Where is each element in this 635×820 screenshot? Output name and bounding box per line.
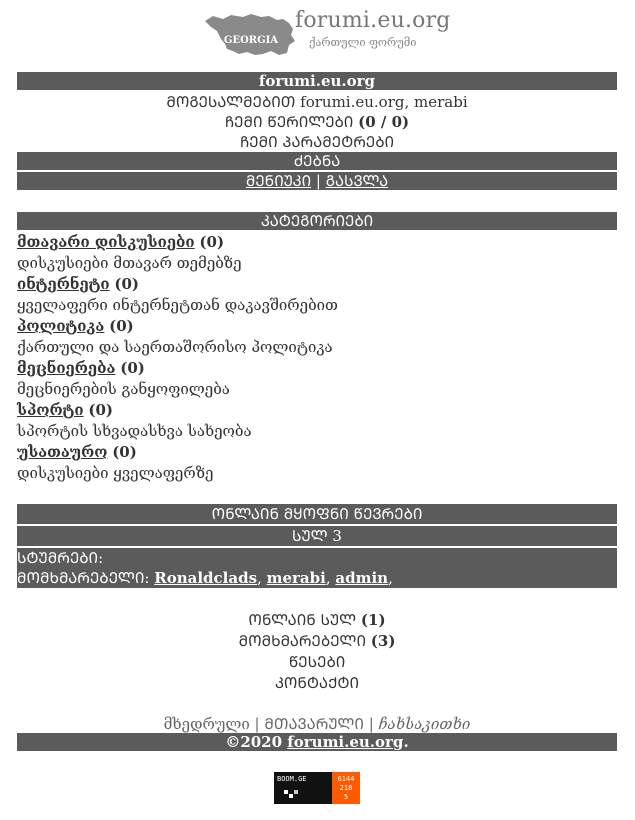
category-title[interactable]: ინტერნეტი bbox=[17, 275, 110, 293]
category-title[interactable]: მთავარი დისკუსიები bbox=[17, 233, 195, 251]
copyright-text: ©2020 bbox=[225, 733, 283, 751]
logout-link[interactable]: ᲒᲐᲡᲕᲚᲐ bbox=[326, 172, 388, 190]
messages-count: (0 / 0) bbox=[358, 113, 410, 131]
counter-value-2: 218 bbox=[340, 784, 353, 792]
auth-bar: ᲛᲔᲜᲘᲣᲙᲘ | ᲒᲐᲡᲕᲚᲐ bbox=[17, 172, 617, 192]
contact-link[interactable]: ᲙᲝᲜᲢᲐᲥᲢᲘ bbox=[17, 673, 617, 694]
search-bar[interactable]: ᲫᲔᲑᲜᲐ bbox=[17, 152, 617, 172]
member-link[interactable]: Ronaldclads bbox=[154, 569, 257, 587]
category-desc: ქართული და საერთაშორისო პოლიტიკა bbox=[17, 338, 333, 356]
members-label: ᲛᲝᲛᲮᲛᲐᲠᲔᲑᲔᲚᲘ: bbox=[17, 569, 150, 587]
welcome-site: forumi.eu.org bbox=[300, 93, 405, 111]
footer-links: ᲝᲜᲚᲐᲘᲜ ᲡᲣᲚ (1) ᲛᲝᲛᲮᲛᲐᲠᲔᲑᲔᲚᲘ (3) ᲬᲔᲡᲔᲑᲘ Კ… bbox=[17, 610, 617, 694]
settings-link[interactable]: ᲩᲔᲛᲘ ᲞᲐᲠᲐᲛᲔᲢᲠᲔᲑᲘ bbox=[17, 132, 617, 152]
category-title[interactable]: მეცნიერება bbox=[17, 359, 115, 377]
counter-value-1: 6144 bbox=[338, 775, 355, 783]
auth-separator: | bbox=[315, 172, 321, 190]
category-title-row[interactable]: მეცნიერება (0) bbox=[17, 358, 617, 379]
site-title[interactable]: forumi.eu.org bbox=[295, 8, 451, 33]
guests-line: ᲡᲢᲣᲛᲠᲔᲑᲘ: bbox=[17, 549, 104, 567]
register-link[interactable]: ᲛᲔᲜᲘᲣᲙᲘ bbox=[246, 172, 311, 190]
online-section: ᲝᲜᲚᲐᲘᲜ ᲛᲧᲝᲤᲜᲘ ᲬᲔᲕᲠᲔᲑᲘ ᲡᲣᲚ 3 ᲡᲢᲣᲛᲠᲔᲑᲘ: ᲛᲝ… bbox=[17, 504, 617, 588]
category-title[interactable]: პოლიტიკა bbox=[17, 317, 104, 335]
category-title[interactable]: სპორტი bbox=[17, 401, 84, 419]
category-desc: მეცნიერების განყოფილება bbox=[17, 380, 230, 398]
language-switcher: მხედრული | ᲛᲗᲐᲕᲐᲠᲣᲚᲘ | ჩახსაკითხი bbox=[163, 715, 471, 733]
lang-other[interactable]: ჩახსაკითხი bbox=[379, 715, 471, 733]
category-count: (0) bbox=[114, 275, 140, 293]
category-title-row[interactable]: უსათაურო (0) bbox=[17, 442, 617, 463]
online-header: ᲝᲜᲚᲐᲘᲜ ᲛᲧᲝᲤᲜᲘ ᲬᲔᲕᲠᲔᲑᲘ bbox=[17, 504, 617, 526]
top-title: forumi.eu.org bbox=[258, 72, 376, 90]
welcome-prefix: ᲛᲝᲒᲔᲡᲐᲚᲛᲔᲑᲘᲗ bbox=[166, 93, 296, 111]
member-link[interactable]: admin bbox=[335, 569, 388, 587]
copyright-bar: ©2020 forumi.eu.org. bbox=[17, 733, 617, 751]
categories-header: ᲙᲐᲢᲔᲒᲝᲠᲘᲔᲑᲘ bbox=[17, 212, 617, 232]
user-panel: forumi.eu.org ᲛᲝᲒᲔᲡᲐᲚᲛᲔᲑᲘᲗ forumi.eu.org… bbox=[17, 72, 617, 192]
messages-link[interactable]: ᲩᲔᲛᲘ ᲬᲔᲠᲘᲚᲔᲑᲘ (0 / 0) bbox=[17, 112, 617, 132]
rules-link[interactable]: ᲬᲔᲡᲔᲑᲘ bbox=[17, 652, 617, 673]
site-header: GEORGIA forumi.eu.org ქართული ფორუმი bbox=[17, 0, 617, 60]
counter-value-3: 5 bbox=[344, 793, 348, 801]
category-desc: სპორტის სხვადასხვა სახეობა bbox=[17, 422, 252, 440]
members-list-link[interactable]: ᲛᲝᲛᲮᲛᲐᲠᲔᲑᲔᲚᲘ (3) bbox=[17, 631, 617, 652]
category-desc: დისკუსიები ყველაფერზე bbox=[17, 464, 214, 482]
categories-section: ᲙᲐᲢᲔᲒᲝᲠᲘᲔᲑᲘ მთავარი დისკუსიები (0) დისკუ… bbox=[17, 212, 617, 484]
copyright-link[interactable]: forumi.eu.org bbox=[287, 733, 403, 751]
counter-pixel bbox=[294, 790, 298, 794]
lang-georgian[interactable]: მხედრული bbox=[164, 715, 250, 733]
members-trailing: , bbox=[388, 569, 393, 587]
category-desc: დისკუსიები მთავარ თემებზე bbox=[17, 254, 242, 272]
category-count: (0) bbox=[199, 233, 225, 251]
category-count: (0) bbox=[109, 317, 134, 335]
map-label: GEORGIA bbox=[224, 35, 278, 46]
georgia-map-logo[interactable]: GEORGIA bbox=[203, 11, 297, 57]
category-title-row[interactable]: ინტერნეტი (0) bbox=[17, 274, 617, 295]
category-title-row[interactable]: მთავარი დისკუსიები (0) bbox=[17, 232, 617, 253]
category-list: მთავარი დისკუსიები (0) დისკუსიები მთავარ… bbox=[17, 232, 617, 484]
members-line: ᲛᲝᲛᲮᲛᲐᲠᲔᲑᲔᲚᲘ: Ronaldclads, merabi, admin… bbox=[17, 569, 393, 587]
member-link[interactable]: merabi bbox=[267, 569, 326, 587]
counter-pixel bbox=[284, 790, 288, 794]
counter-pixel bbox=[289, 794, 293, 798]
category-count: (0) bbox=[120, 359, 145, 377]
messages-label: ᲩᲔᲛᲘ ᲬᲔᲠᲘᲚᲔᲑᲘ bbox=[224, 113, 354, 131]
online-users-link[interactable]: ᲝᲜᲚᲐᲘᲜ ᲡᲣᲚ (1) bbox=[17, 610, 617, 631]
category-title-row[interactable]: პოლიტიკა (0) bbox=[17, 316, 617, 337]
category-desc: ყველაფერი ინტერნეტთან დაკავშირებით bbox=[17, 296, 338, 314]
counter-brand: BOOM.GE bbox=[277, 775, 307, 783]
category-count: (0) bbox=[112, 443, 137, 461]
online-subheader: ᲡᲣᲚ 3 bbox=[17, 526, 617, 548]
category-title-row[interactable]: სპორტი (0) bbox=[17, 400, 617, 421]
welcome-user: merabi bbox=[414, 93, 468, 111]
boom-counter-badge[interactable]: BOOM.GE 6144 218 5 bbox=[274, 772, 360, 804]
top-title-bar: forumi.eu.org bbox=[17, 72, 617, 92]
site-subtitle: ქართული ფორუმი bbox=[309, 36, 417, 49]
category-title[interactable]: უსათაურო bbox=[17, 443, 107, 461]
welcome-line: ᲛᲝᲒᲔᲡᲐᲚᲛᲔᲑᲘᲗ forumi.eu.org, merabi bbox=[166, 93, 468, 111]
category-count: (0) bbox=[88, 401, 113, 419]
lang-latin[interactable]: ᲛᲗᲐᲕᲐᲠᲣᲚᲘ bbox=[264, 715, 364, 733]
page: GEORGIA forumi.eu.org ქართული ფორუმი for… bbox=[17, 0, 617, 751]
